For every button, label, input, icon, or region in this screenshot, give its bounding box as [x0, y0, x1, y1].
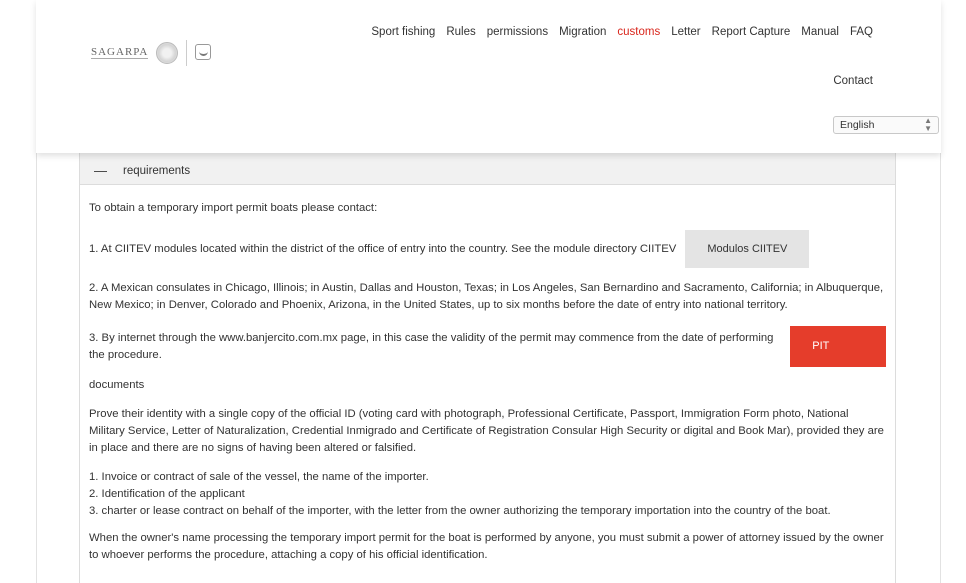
document-list: 1. Invoice or contract of sale of the ve… [89, 469, 886, 520]
nav-customs[interactable]: customs [617, 26, 660, 38]
site-header: SAGARPA Sport fishing Rules permissions … [36, 0, 941, 153]
government-seal-icon [156, 42, 179, 64]
sagarpa-wordmark: SAGARPA [91, 45, 149, 59]
language-value: English [840, 119, 875, 131]
conapesca-logo[interactable] [195, 44, 212, 62]
requirements-title: requirements [123, 164, 191, 177]
logo-divider [186, 40, 188, 66]
requirements-panel: — requirements To obtain a temporary imp… [79, 150, 896, 583]
nav-contact[interactable]: Contact [833, 75, 873, 87]
nav-report-capture[interactable]: Report Capture [712, 26, 791, 38]
main-nav: Sport fishing Rules permissions Migratio… [360, 26, 873, 38]
item1-text: 1. At CIITEV modules located within the … [89, 242, 677, 255]
language-select[interactable]: English ▲ ▼ [833, 116, 939, 134]
conapesca-icon [195, 44, 212, 60]
document-list-item: 3. charter or lease contract on behalf o… [89, 505, 831, 517]
nav-faq[interactable]: FAQ [850, 26, 873, 38]
sagarpa-logo[interactable]: SAGARPA [91, 45, 149, 61]
document-list-item: 1. Invoice or contract of sale of the ve… [89, 471, 429, 483]
nav-sport-fishing[interactable]: Sport fishing [371, 26, 435, 38]
documents-title: documents [89, 379, 145, 391]
document-list-item: 2. Identification of the applicant [89, 488, 245, 500]
item1-row: 1. At CIITEV modules located within the … [89, 230, 886, 268]
intro-text: To obtain a temporary import permit boat… [89, 202, 378, 214]
nav-permissions[interactable]: permissions [487, 26, 548, 38]
nav-rules[interactable]: Rules [446, 26, 475, 38]
item3-text: 3. By internet through the www.banjercit… [89, 331, 774, 361]
requirements-header[interactable]: — requirements [80, 151, 895, 185]
nav-letter[interactable]: Letter [671, 26, 700, 38]
select-arrows-icon: ▲ ▼ [924, 116, 932, 133]
logos: SAGARPA [91, 40, 212, 66]
item2-text: 2. A Mexican consulates in Chicago, Illi… [89, 282, 884, 311]
requirements-body: To obtain a temporary import permit boat… [80, 185, 895, 564]
item3-row: 3. By internet through the www.banjercit… [89, 326, 886, 393]
collapse-minus-icon[interactable]: — [94, 163, 107, 178]
nav-migration[interactable]: Migration [559, 26, 606, 38]
modulos-ciitev-button[interactable]: Modulos CIITEV [685, 230, 810, 268]
nav-manual[interactable]: Manual [801, 26, 839, 38]
documents-text: Prove their identity with a single copy … [89, 408, 884, 454]
pit-request-button[interactable]: PIT request [790, 326, 886, 393]
closing-text: When the owner's name processing the tem… [89, 532, 884, 561]
